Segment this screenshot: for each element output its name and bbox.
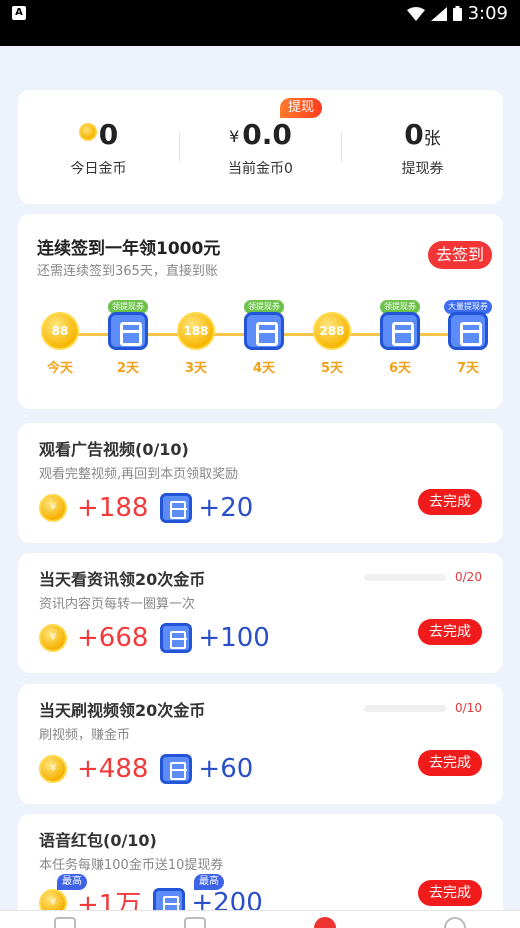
tab-tasks-icon[interactable] — [314, 917, 336, 928]
day-label: 2天 — [116, 361, 140, 376]
day-icon — [244, 312, 284, 352]
status-bar: A 3:09 — [0, 0, 520, 46]
signin-subtitle: 还需连续签到365天，直接到账 — [37, 264, 218, 279]
task-go-complete-button[interactable]: 去完成 — [418, 489, 482, 515]
signin-day: 188 3天 — [168, 294, 224, 376]
withdraw-badge[interactable]: 提现 — [280, 98, 322, 118]
withdraw-vouchers[interactable]: 0张 提现券 — [342, 118, 503, 178]
coin-reward-amount: +668 — [77, 623, 149, 653]
day-label: 6天 — [388, 361, 412, 376]
signin-day: 领提现券 6天 — [372, 294, 428, 376]
task-title: 当天刷视频领20次金币 — [39, 701, 206, 720]
voucher-ticket-icon — [160, 754, 193, 784]
vouchers-value: 0 — [404, 118, 424, 151]
voucher-ticket-icon — [380, 312, 420, 350]
day-label: 5天 — [320, 361, 344, 376]
task-subtitle: 资讯内容页每转一圈算一次 — [39, 597, 196, 612]
signin-day: 领提现券 2天 — [100, 294, 156, 376]
voucher-ticket-icon — [160, 493, 193, 523]
signin-card: 连续签到一年领1000元 还需连续签到365天，直接到账 去签到 88 今天 领提… — [18, 214, 503, 409]
tab-home-icon[interactable] — [54, 917, 76, 928]
task-title: 当天看资讯领20次金币 — [39, 570, 206, 589]
day-icon: 188 — [176, 312, 216, 352]
task-card: 当天刷视频领20次金币 刷视频，赚金币 0/10 ¥ +488 +60 去完成 — [18, 684, 503, 804]
task-title: 观看广告视频(0/10) — [39, 440, 189, 459]
task-progress-bar — [364, 574, 446, 581]
task-card: 当天看资讯领20次金币 资讯内容页每转一圈算一次 0/20 ¥ +668 +10… — [18, 553, 503, 673]
signin-day: 288 5天 — [304, 294, 360, 376]
coin-icon: ¥ — [39, 494, 67, 522]
app-notification-icon: A — [12, 6, 26, 20]
coin-icon: 88 — [41, 312, 79, 350]
cellular-signal-icon — [430, 6, 447, 21]
currency-symbol: ¥ — [229, 127, 240, 146]
signin-title: 连续签到一年领1000元 — [37, 239, 221, 259]
day-icon: 288 — [312, 312, 352, 352]
vouchers-label: 提现券 — [401, 161, 444, 177]
voucher-ticket-icon — [244, 312, 284, 350]
coin-reward-amount: +488 — [77, 754, 149, 784]
task-subtitle: 本任务每赚100金币送10提现券 — [39, 858, 224, 873]
current-coins-value: 0.0 — [242, 118, 292, 151]
voucher-ticket-icon — [160, 623, 193, 653]
day-icon — [108, 312, 148, 352]
current-coins[interactable]: ¥0.0 当前金币0 — [180, 118, 341, 178]
voucher-reward-amount: +100 — [198, 623, 270, 653]
task-card: 观看广告视频(0/10) 观看完整视频,再回到本页领取奖励 ¥ +188 +20… — [18, 423, 503, 543]
tab-profile-icon[interactable] — [444, 917, 466, 928]
day-label: 7天 — [456, 361, 480, 376]
task-rewards: ¥ +668 +100 — [39, 623, 270, 653]
vouchers-unit: 张 — [423, 129, 441, 149]
today-coins[interactable]: 0 今日金币 — [18, 118, 179, 178]
coin-icon: 288 — [313, 312, 351, 350]
day-icon — [448, 312, 488, 352]
today-coins-value: 0 — [98, 118, 119, 151]
task-go-complete-button[interactable]: 去完成 — [418, 880, 482, 906]
max-reward-tag: 最高 — [57, 874, 87, 890]
coin-summary-card: 0 今日金币 ¥0.0 当前金币0 0张 提现券 — [18, 90, 503, 204]
coin-icon — [78, 123, 97, 141]
wifi-icon — [406, 6, 425, 21]
day-label: 今天 — [46, 361, 73, 376]
task-go-complete-button[interactable]: 去完成 — [418, 750, 482, 776]
day-icon: 88 — [40, 312, 80, 352]
coin-icon: ¥ — [39, 755, 67, 783]
day-icon — [380, 312, 420, 352]
task-go-complete-button[interactable]: 去完成 — [418, 619, 482, 645]
task-subtitle: 观看完整视频,再回到本页领取奖励 — [39, 467, 239, 482]
task-progress-text: 0/20 — [455, 570, 482, 584]
today-coins-label: 今日金币 — [70, 161, 127, 177]
voucher-ticket-icon — [108, 312, 148, 350]
battery-icon — [452, 6, 462, 21]
signin-day: 领提现券 4天 — [236, 294, 292, 376]
coin-reward-amount: +188 — [77, 493, 149, 523]
current-coins-label: 当前金币0 — [228, 161, 293, 177]
task-rewards: ¥ +188 +20 — [39, 493, 253, 523]
coin-icon: ¥ — [39, 624, 67, 652]
task-progress-bar — [364, 705, 446, 712]
max-reward-tag: 最高 — [194, 874, 224, 890]
voucher-reward-amount: +60 — [198, 754, 254, 784]
coin-icon: 188 — [177, 312, 215, 350]
task-subtitle: 刷视频，赚金币 — [39, 728, 131, 743]
day-label: 4天 — [252, 361, 276, 376]
task-title: 语音红包(0/10) — [39, 831, 157, 850]
task-progress-text: 0/10 — [455, 701, 482, 715]
voucher-reward-amount: +20 — [198, 493, 254, 523]
sign-in-button[interactable]: 去签到 — [428, 241, 492, 269]
bottom-tab-bar — [0, 910, 520, 928]
clock-time: 3:09 — [467, 3, 508, 24]
tab-video-icon[interactable] — [184, 917, 206, 928]
day-label: 3天 — [184, 361, 208, 376]
signin-day: 88 今天 — [32, 294, 88, 376]
voucher-ticket-icon — [448, 312, 488, 350]
task-rewards: ¥ +488 +60 — [39, 754, 253, 784]
signin-day: 大量提现券 7天 — [440, 294, 496, 376]
